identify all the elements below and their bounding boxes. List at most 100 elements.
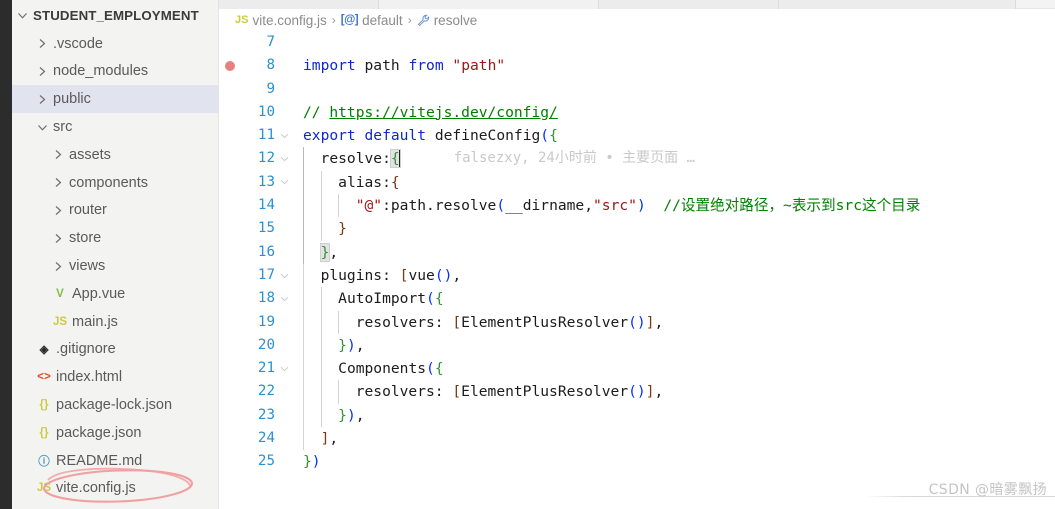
tab-slot-1[interactable] <box>219 0 379 9</box>
code-line[interactable]: 17 plugins: [vue(), <box>219 263 1055 288</box>
tree-item-label: assets <box>69 146 111 163</box>
breadcrumb-symbol-resolve[interactable]: resolve <box>417 13 477 28</box>
editor-pane[interactable]: JS vite.config.js › [@] default › resolv… <box>219 0 1055 509</box>
breakpoint-marker[interactable] <box>219 60 241 71</box>
tree-item-label: router <box>69 202 107 219</box>
code-text[interactable]: plugins: [vue(), <box>293 263 461 288</box>
tree-row-public[interactable]: public <box>12 85 218 114</box>
tree-row-components[interactable]: components <box>12 169 218 197</box>
code-line[interactable]: 15 } <box>219 217 1055 241</box>
code-text[interactable]: }), <box>293 403 365 428</box>
explorer-sidebar[interactable]: STUDENT_EMPLOYMENT .vscode node_modulespub… <box>12 0 219 509</box>
line-number: 23 <box>257 406 275 423</box>
tree-row-router[interactable]: router <box>12 197 218 225</box>
tree-row-views[interactable]: views <box>12 252 218 280</box>
tree-item-label: store <box>69 230 102 247</box>
code-line[interactable]: 14 "@":path.resolve(__dirname,"src") //设… <box>219 194 1055 218</box>
indent-guide <box>338 194 340 218</box>
editor-tab-strip[interactable] <box>219 0 1055 9</box>
code-text[interactable]: // https://vitejs.dev/config/ <box>293 101 558 124</box>
code-line[interactable]: 8 import path from "path" <box>219 54 1055 77</box>
tree-row-assets[interactable]: assets <box>12 141 218 169</box>
fold-chevron-icon[interactable] <box>275 156 293 162</box>
activity-bar[interactable] <box>0 0 12 509</box>
tree-row-package-json[interactable]: {} package.json <box>12 419 218 447</box>
code-line[interactable]: 10 // https://vitejs.dev/config/ <box>219 101 1055 124</box>
code-text[interactable]: resolve:{ <box>293 147 401 171</box>
code-line[interactable]: 11 export default defineConfig({ <box>219 124 1055 147</box>
tab-slot-4[interactable] <box>779 0 1016 9</box>
tab-slot-3[interactable] <box>599 0 779 9</box>
code-text[interactable]: "@":path.resolve(__dirname,"src") //设置绝对… <box>293 194 920 218</box>
fold-chevron-icon[interactable] <box>275 296 293 302</box>
breadcrumb-symbol1-label: default <box>362 12 403 28</box>
tree-row-node-modules[interactable]: node_modules <box>12 58 218 86</box>
indent-guide <box>303 240 304 264</box>
tree-row-index-html[interactable]: <> index.html <box>12 363 218 391</box>
code-text[interactable]: ], <box>293 427 338 451</box>
breadcrumb[interactable]: JS vite.config.js › [@] default › resolv… <box>219 9 1055 31</box>
code-line[interactable]: 18 AutoImport({ <box>219 287 1055 311</box>
tree-row-app-vue[interactable]: V App.vue <box>12 280 218 308</box>
code-line[interactable]: 9 <box>219 78 1055 101</box>
line-number: 22 <box>257 383 275 400</box>
chevron-right-icon[interactable] <box>34 66 51 77</box>
tree-row-readme-md[interactable]: ⓘ README.md <box>12 447 218 475</box>
tree-row-store[interactable]: store <box>12 224 218 252</box>
code-line[interactable]: 20 }), <box>219 333 1055 358</box>
code-line[interactable]: 23 }), <box>219 403 1055 428</box>
chevron-right-icon[interactable] <box>34 38 51 49</box>
tree-row-main-js[interactable]: JS main.js <box>12 308 218 336</box>
chevron-right-icon[interactable] <box>50 177 67 188</box>
code-text[interactable]: }), <box>293 333 365 358</box>
chevron-down-icon[interactable] <box>34 123 51 132</box>
chevron-right-icon[interactable] <box>50 261 67 272</box>
code-line[interactable]: 13 alias:{ <box>219 170 1055 195</box>
breadcrumb-symbol-default[interactable]: [@] default <box>341 13 403 28</box>
file-tree[interactable]: STUDENT_EMPLOYMENT .vscode node_modulespub… <box>12 0 218 502</box>
tab-slot-2[interactable] <box>379 0 599 9</box>
chevron-right-icon[interactable] <box>50 233 67 244</box>
code-text[interactable]: export default defineConfig({ <box>293 124 558 147</box>
code-line[interactable]: 16 }, <box>219 240 1055 264</box>
code-text[interactable]: }, <box>293 240 338 264</box>
chevron-right-icon[interactable] <box>50 149 67 160</box>
code-lines[interactable]: 7 8 import path from "path" 9 10 // https://v… <box>219 31 1055 474</box>
code-text[interactable]: resolvers: [ElementPlusResolver()], <box>293 380 663 404</box>
code-line[interactable]: 7 <box>219 31 1055 54</box>
tree-row-vscode[interactable]: .vscode <box>12 30 218 58</box>
code-text[interactable]: } <box>293 217 347 241</box>
chevron-right-icon[interactable] <box>34 94 51 105</box>
breadcrumb-file[interactable]: JS vite.config.js <box>235 13 327 28</box>
tree-row-vite-config-js[interactable]: JS vite.config.js <box>12 475 218 503</box>
indent-guide <box>320 310 322 334</box>
code-line[interactable]: 22 resolvers: [ElementPlusResolver()], <box>219 380 1055 404</box>
tree-row-package-lock-json[interactable]: {} package-lock.json <box>12 391 218 419</box>
fold-chevron-icon[interactable] <box>275 366 293 372</box>
code-text[interactable]: import path from "path" <box>293 54 505 77</box>
chevron-down-icon[interactable] <box>14 11 31 20</box>
fold-chevron-icon[interactable] <box>275 179 293 185</box>
fold-chevron-icon[interactable] <box>275 133 293 139</box>
code-text[interactable]: }) <box>293 450 321 473</box>
code-line[interactable]: 19 resolvers: [ElementPlusResolver()], <box>219 310 1055 334</box>
code-line[interactable]: 12 resolve:{falsezxy, 24小时前 • 主要页面 … <box>219 147 1055 171</box>
tree-row-gitignore[interactable]: ◈ .gitignore <box>12 336 218 364</box>
tree-row-src[interactable]: src <box>12 113 218 141</box>
tree-item-label: package.json <box>56 424 142 441</box>
tree-row-root[interactable]: STUDENT_EMPLOYMENT <box>12 2 218 30</box>
code-text[interactable]: resolvers: [ElementPlusResolver()], <box>293 310 663 334</box>
fold-chevron-icon[interactable] <box>275 273 293 279</box>
tree-item-label: node_modules <box>53 63 149 80</box>
code-text[interactable]: AutoImport({ <box>293 287 444 311</box>
chevron-right-icon[interactable] <box>50 205 67 216</box>
code-line[interactable]: 21 Components({ <box>219 357 1055 381</box>
code-line[interactable]: 25}) <box>219 450 1055 473</box>
indent-guide <box>320 333 322 358</box>
code-text[interactable]: Components({ <box>293 357 444 381</box>
code-text[interactable]: alias:{ <box>293 170 400 195</box>
json-file-icon: {} <box>39 426 49 439</box>
code-editor[interactable]: 7 8 import path from "path" 9 10 // https://v… <box>219 31 1055 509</box>
code-line[interactable]: 24 ], <box>219 427 1055 451</box>
line-number: 14 <box>257 197 275 214</box>
